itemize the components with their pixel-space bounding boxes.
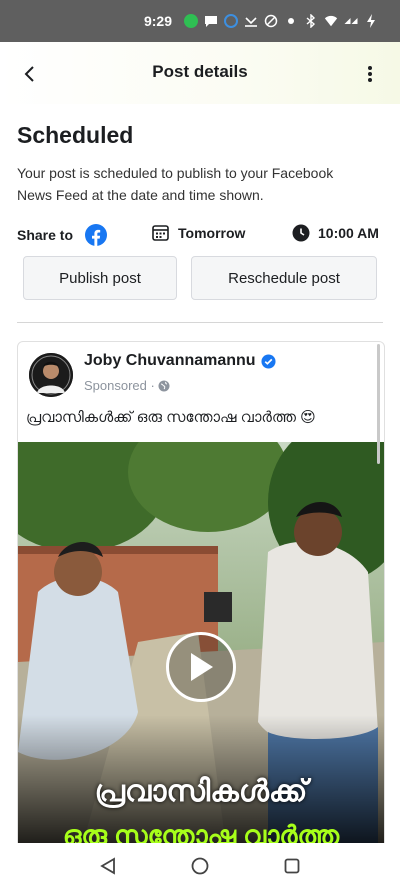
more-vertical-icon bbox=[368, 66, 372, 82]
status-bar: 9:29 bbox=[0, 0, 400, 42]
calendar-icon bbox=[152, 225, 169, 241]
page-title: Post details bbox=[152, 62, 248, 81]
sponsored-label: Sponsored · bbox=[84, 378, 155, 393]
author-row: Joby Chuvannamannu bbox=[84, 352, 276, 370]
facebook-icon bbox=[85, 224, 108, 246]
nav-back-icon bbox=[100, 857, 115, 875]
missed-call-icon bbox=[244, 14, 258, 28]
bluetooth-icon bbox=[304, 14, 318, 28]
publish-post-button[interactable]: Publish post bbox=[23, 256, 177, 300]
dot-icon bbox=[284, 14, 298, 28]
signal-icon bbox=[344, 14, 358, 28]
share-row: Share to Tomorrow 10:00 AM bbox=[17, 222, 387, 248]
scheduled-heading: Scheduled bbox=[17, 122, 134, 148]
post-caption: പ്രവാസികൾക്ക് ഒരു സന്തോഷ വാർത്ത 😍 bbox=[26, 409, 316, 426]
nav-recents-icon bbox=[284, 858, 300, 874]
whatsapp-icon bbox=[184, 14, 198, 28]
play-icon bbox=[191, 653, 213, 681]
scheduled-description: Your post is scheduled to publish to you… bbox=[17, 165, 334, 203]
scrollbar[interactable] bbox=[377, 344, 380, 464]
clock-icon bbox=[292, 224, 310, 242]
circle-icon bbox=[224, 14, 238, 28]
schedule-date-value: Tomorrow bbox=[178, 224, 246, 241]
status-time: 9:29 bbox=[143, 13, 172, 29]
divider bbox=[17, 322, 383, 323]
blocked-icon bbox=[264, 14, 278, 28]
schedule-date[interactable]: Tomorrow bbox=[152, 224, 245, 241]
wifi-icon bbox=[324, 14, 338, 28]
avatar[interactable] bbox=[29, 353, 73, 397]
schedule-time-value: 10:00 AM bbox=[318, 225, 379, 241]
globe-icon bbox=[158, 380, 170, 391]
nav-recents-button[interactable] bbox=[282, 856, 302, 876]
system-nav-bar bbox=[0, 843, 400, 889]
schedule-time[interactable]: 10:00 AM bbox=[292, 224, 379, 242]
reschedule-post-button[interactable]: Reschedule post bbox=[191, 256, 377, 300]
more-options-button[interactable] bbox=[358, 58, 382, 90]
nav-home-icon bbox=[191, 857, 209, 875]
header-bar: Post details bbox=[0, 42, 400, 104]
sponsored-row: Sponsored · bbox=[84, 378, 170, 393]
play-button[interactable] bbox=[166, 632, 236, 702]
post-video[interactable]: പ്രവാസികൾക്ക് ഒരു സന്തോഷ വാർത്ത bbox=[18, 442, 384, 862]
nav-back-button[interactable] bbox=[98, 856, 118, 876]
chat-icon bbox=[204, 14, 218, 28]
video-overlay-line-1: പ്രവാസികൾക്ക് bbox=[94, 775, 308, 808]
verified-icon bbox=[261, 353, 276, 369]
post-preview-card: Joby Chuvannamannu Sponsored · പ്രവാസികൾ… bbox=[17, 341, 385, 863]
battery-icon bbox=[364, 14, 378, 28]
nav-home-button[interactable] bbox=[190, 856, 210, 876]
author-name[interactable]: Joby Chuvannamannu bbox=[84, 352, 256, 370]
share-to-label: Share to bbox=[17, 227, 74, 243]
